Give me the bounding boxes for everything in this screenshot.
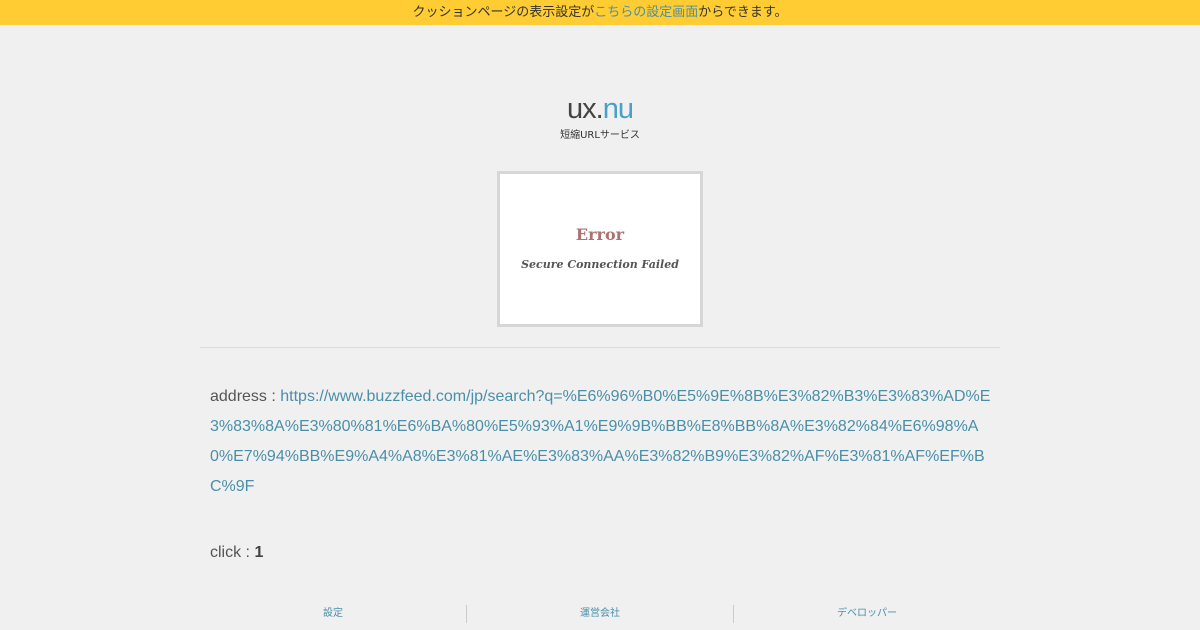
settings-link[interactable]: こちらの設定画面 xyxy=(594,5,698,20)
settings-notice-bar: クッションページの表示設定がこちらの設定画面からできます。 xyxy=(0,0,1200,25)
notice-suffix: からできます。 xyxy=(698,5,788,20)
notice-prefix: クッションページの表示設定が xyxy=(412,5,595,20)
footer-nav: 設定 運営会社 デベロッパー xyxy=(200,605,1000,623)
address-link[interactable]: https://www.buzzfeed.com/jp/search?q=%E6… xyxy=(210,388,990,495)
thumbnail-error-title: Error xyxy=(576,225,625,244)
address-label: address : xyxy=(210,388,281,405)
content-divider xyxy=(200,347,1000,348)
click-count: 1 xyxy=(254,544,264,561)
logo-dot: . xyxy=(595,93,604,125)
address-block: address : https://www.buzzfeed.com/jp/se… xyxy=(210,382,995,502)
footer-link-developer[interactable]: デベロッパー xyxy=(733,605,1000,623)
site-logo[interactable]: ux.nu 短縮URLサービス xyxy=(0,94,1200,141)
footer-link-company[interactable]: 運営会社 xyxy=(466,605,733,623)
click-label: click : xyxy=(210,544,255,561)
thumbnail-error-message: Secure Connection Failed xyxy=(521,258,679,271)
logo-nu: nu xyxy=(602,93,634,125)
logo-subtitle: 短縮URLサービス xyxy=(560,130,640,141)
logo-mark: ux.nu xyxy=(0,94,1200,124)
page-thumbnail[interactable]: Error Secure Connection Failed xyxy=(497,171,703,327)
footer-link-settings[interactable]: 設定 xyxy=(200,605,466,623)
logo-ux: ux xyxy=(567,93,597,125)
click-count-row: click : 1 xyxy=(210,538,263,568)
